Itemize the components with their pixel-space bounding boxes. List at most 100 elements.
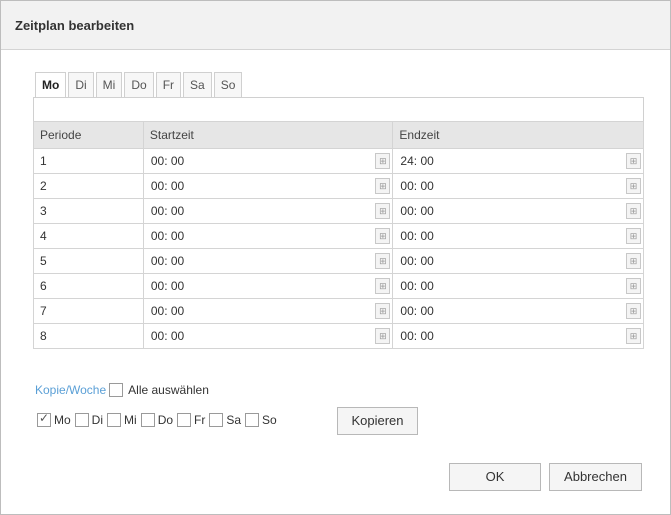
end-time-field[interactable]: 24: 00 ⊞ bbox=[392, 148, 644, 174]
table-row: 1 00: 00 ⊞ 24: 00 ⊞ bbox=[33, 148, 644, 174]
time-picker-icon[interactable]: ⊞ bbox=[626, 178, 641, 194]
tab-so[interactable]: So bbox=[213, 72, 243, 97]
start-time-value: 00: 00 bbox=[150, 279, 185, 293]
dialog-title-bar: Zeitplan bearbeiten bbox=[1, 1, 670, 50]
tab-sa[interactable]: Sa bbox=[183, 72, 212, 97]
start-time-value: 00: 00 bbox=[150, 204, 185, 218]
start-time-value: 00: 00 bbox=[150, 179, 185, 193]
end-time-value: 00: 00 bbox=[400, 229, 434, 243]
end-time-field[interactable]: 00: 00 ⊞ bbox=[392, 248, 644, 274]
period-number: 8 bbox=[33, 323, 144, 349]
tab-mo[interactable]: Mo bbox=[35, 72, 67, 98]
copy-week-link[interactable]: Kopie/Woche bbox=[35, 383, 106, 397]
end-time-value: 00: 00 bbox=[400, 279, 434, 293]
time-picker-icon[interactable]: ⊞ bbox=[375, 253, 391, 269]
copy-day-fr-checkbox[interactable] bbox=[177, 413, 192, 427]
table-row: 7 00: 00 ⊞ 00: 00 ⊞ bbox=[33, 298, 644, 324]
copy-day-do-checkbox[interactable] bbox=[140, 413, 155, 427]
table-row: 5 00: 00 ⊞ 00: 00 ⊞ bbox=[33, 248, 644, 274]
start-time-field[interactable]: 00: 00 ⊞ bbox=[142, 223, 394, 249]
copy-day-mi-checkbox[interactable] bbox=[107, 413, 122, 427]
copy-day-label: Do bbox=[157, 413, 174, 427]
period-number: 7 bbox=[33, 298, 144, 324]
copy-day-label: Sa bbox=[226, 413, 242, 427]
tab-do[interactable]: Do bbox=[124, 72, 154, 97]
copy-day-di-checkbox[interactable] bbox=[74, 413, 89, 427]
period-number: 3 bbox=[33, 198, 144, 224]
end-time-value: 24: 00 bbox=[400, 154, 434, 168]
table-row: 6 00: 00 ⊞ 00: 00 ⊞ bbox=[33, 273, 644, 299]
copy-week-row: Kopie/Woche Alle auswählen bbox=[35, 383, 209, 397]
copy-day-label: Mo bbox=[54, 413, 71, 427]
tab-fr[interactable]: Fr bbox=[155, 72, 182, 97]
dialog-title: Zeitplan bearbeiten bbox=[15, 18, 135, 33]
time-picker-icon[interactable]: ⊞ bbox=[375, 153, 391, 169]
period-number: 5 bbox=[33, 248, 144, 274]
time-picker-icon[interactable]: ⊞ bbox=[375, 228, 391, 244]
end-time-field[interactable]: 00: 00 ⊞ bbox=[392, 173, 644, 199]
time-picker-icon[interactable]: ⊞ bbox=[626, 253, 641, 269]
end-time-field[interactable]: 00: 00 ⊞ bbox=[392, 223, 644, 249]
start-time-field[interactable]: 00: 00 ⊞ bbox=[142, 198, 394, 224]
end-time-value: 00: 00 bbox=[400, 179, 434, 193]
copy-day-mo-checkbox[interactable] bbox=[37, 411, 51, 427]
time-picker-icon[interactable]: ⊞ bbox=[375, 203, 391, 219]
time-picker-icon[interactable]: ⊞ bbox=[375, 303, 391, 319]
cancel-button[interactable]: Abbrechen bbox=[549, 463, 642, 491]
start-time-value: 00: 00 bbox=[150, 154, 185, 168]
start-time-field[interactable]: 00: 00 ⊞ bbox=[142, 273, 394, 299]
copy-day-label: Di bbox=[91, 413, 104, 427]
end-time-value: 00: 00 bbox=[400, 204, 434, 218]
end-time-field[interactable]: 00: 00 ⊞ bbox=[392, 198, 644, 224]
time-picker-icon[interactable]: ⊞ bbox=[626, 278, 641, 294]
copy-button[interactable]: Kopieren bbox=[337, 407, 418, 435]
end-time-value: 00: 00 bbox=[400, 254, 434, 268]
start-time-field[interactable]: 00: 00 ⊞ bbox=[142, 148, 394, 174]
copy-day-label: So bbox=[262, 413, 277, 427]
day-tabs: Mo Di Mi Do Fr Sa So bbox=[35, 72, 244, 98]
select-all-checkbox[interactable] bbox=[109, 383, 124, 397]
copy-day-label: Mi bbox=[124, 413, 137, 427]
time-picker-icon[interactable]: ⊞ bbox=[375, 178, 391, 194]
period-number: 1 bbox=[33, 148, 144, 174]
table-row: 4 00: 00 ⊞ 00: 00 ⊞ bbox=[33, 223, 644, 249]
table-row: 2 00: 00 ⊞ 00: 00 ⊞ bbox=[33, 173, 644, 199]
period-number: 2 bbox=[33, 173, 144, 199]
header-start-time: Startzeit bbox=[142, 121, 394, 149]
time-picker-icon[interactable]: ⊞ bbox=[626, 203, 641, 219]
start-time-field[interactable]: 00: 00 ⊞ bbox=[142, 323, 394, 349]
start-time-field[interactable]: 00: 00 ⊞ bbox=[142, 248, 394, 274]
end-time-value: 00: 00 bbox=[400, 304, 434, 318]
tab-panel-strip bbox=[33, 97, 644, 123]
start-time-value: 00: 00 bbox=[150, 304, 185, 318]
table-row: 3 00: 00 ⊞ 00: 00 ⊞ bbox=[33, 198, 644, 224]
select-all-label: Alle auswählen bbox=[128, 383, 209, 397]
start-time-field[interactable]: 00: 00 ⊞ bbox=[142, 173, 394, 199]
end-time-value: 00: 00 bbox=[400, 329, 434, 343]
period-table: Periode Startzeit Endzeit 1 00: 00 ⊞ 24: … bbox=[33, 121, 644, 349]
header-period: Periode bbox=[33, 121, 144, 149]
copy-day-label: Fr bbox=[194, 413, 206, 427]
copy-day-so-checkbox[interactable] bbox=[245, 413, 260, 427]
table-header-row: Periode Startzeit Endzeit bbox=[33, 121, 644, 149]
tab-di[interactable]: Di bbox=[68, 72, 94, 97]
end-time-field[interactable]: 00: 00 ⊞ bbox=[392, 298, 644, 324]
end-time-field[interactable]: 00: 00 ⊞ bbox=[392, 323, 644, 349]
time-picker-icon[interactable]: ⊞ bbox=[626, 153, 641, 169]
time-picker-icon[interactable]: ⊞ bbox=[375, 328, 391, 344]
time-picker-icon[interactable]: ⊞ bbox=[375, 278, 391, 294]
start-time-value: 00: 00 bbox=[150, 229, 185, 243]
period-number: 4 bbox=[33, 223, 144, 249]
time-picker-icon[interactable]: ⊞ bbox=[626, 328, 641, 344]
header-end-time: Endzeit bbox=[392, 121, 644, 149]
copy-day-sa-checkbox[interactable] bbox=[209, 413, 224, 427]
copy-days-row: Mo Di Mi Do Fr Sa So bbox=[35, 411, 279, 427]
tab-mi[interactable]: Mi bbox=[95, 72, 123, 97]
start-time-value: 00: 00 bbox=[150, 329, 185, 343]
start-time-field[interactable]: 00: 00 ⊞ bbox=[142, 298, 394, 324]
time-picker-icon[interactable]: ⊞ bbox=[626, 228, 641, 244]
ok-button[interactable]: OK bbox=[449, 463, 541, 491]
time-picker-icon[interactable]: ⊞ bbox=[626, 303, 641, 319]
schedule-edit-dialog: Zeitplan bearbeiten Mo Di Mi Do Fr Sa So… bbox=[0, 0, 671, 515]
end-time-field[interactable]: 00: 00 ⊞ bbox=[392, 273, 644, 299]
